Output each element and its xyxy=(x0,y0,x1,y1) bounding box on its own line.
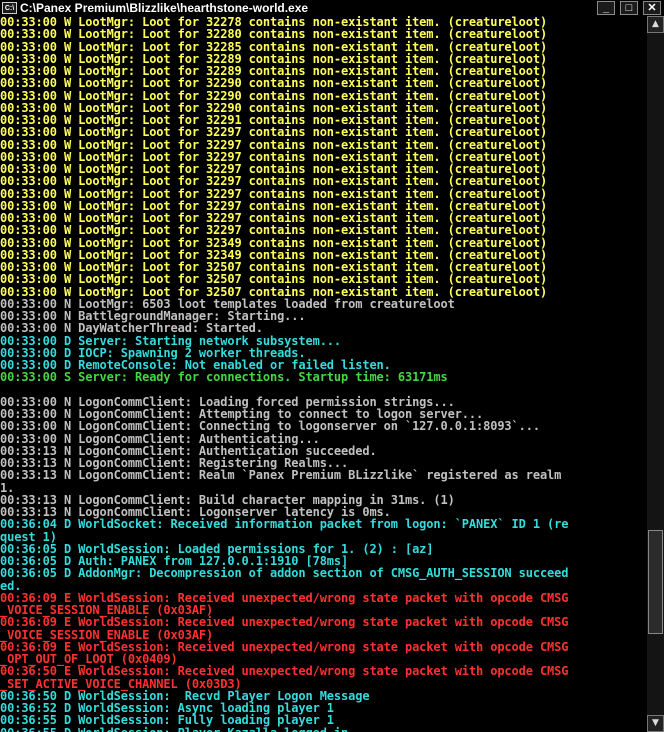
console-line: 00:33:00 W LootMgr: Loot for 32297 conta… xyxy=(0,186,548,201)
console-line: 1. xyxy=(0,480,15,495)
minimize-button[interactable]: _ xyxy=(597,1,615,15)
console-line: 00:36:55 D WorldSession: Player Kazalla … xyxy=(0,726,647,732)
maximize-button[interactable]: □ xyxy=(620,1,638,15)
console-line: 00:33:00 W LootMgr: Loot for 32297 conta… xyxy=(0,223,548,238)
console-line: 00:33:00 N LogonCommClient: Authenticati… xyxy=(0,431,320,446)
console-line: 00:33:00 W LootMgr: Loot for 32285 conta… xyxy=(0,39,548,54)
console-window: C:\ C:\Panex Premium\Blizzlike\hearthsto… xyxy=(0,0,664,732)
console-line: 00:36:05 D AddonMgr: Decompression of ad… xyxy=(0,566,569,581)
console-app-icon[interactable]: C:\ xyxy=(2,2,17,14)
console-line: 00:33:00 W LootMgr: Loot for 32280 conta… xyxy=(0,27,548,42)
console-line: quest 1) xyxy=(0,529,57,544)
console-line: 00:33:00 W LootMgr: Loot for 32507 conta… xyxy=(0,284,548,299)
scrollbar-track[interactable] xyxy=(647,33,664,715)
title-bar[interactable]: C:\ C:\Panex Premium\Blizzlike\hearthsto… xyxy=(0,0,664,16)
vertical-scrollbar[interactable]: ▲ ▼ xyxy=(647,16,664,732)
console-line: 00:33:00 N DayWatcherThread: Started. xyxy=(0,321,263,336)
console-output[interactable]: 00:33:00 W LootMgr: Loot for 32278 conta… xyxy=(0,16,647,732)
console-line: 00:36:09 E WorldSession: Received unexpe… xyxy=(0,615,569,630)
console-line: 00:33:00 W LootMgr: Loot for 32290 conta… xyxy=(0,88,548,103)
console-line: 00:33:13 N LogonCommClient: Realm `Panex… xyxy=(0,468,562,483)
window-title: C:\Panex Premium\Blizzlike\hearthstone-w… xyxy=(20,1,309,15)
scrollbar-thumb[interactable] xyxy=(648,530,663,634)
console-line: 00:33:00 D Server: Starting network subs… xyxy=(0,333,342,348)
console-line: 00:36:04 D WorldSocket: Received informa… xyxy=(0,517,569,532)
console-line: ed. xyxy=(0,578,22,593)
console-line: _VOICE_SESSION_ENABLE (0x03AF) xyxy=(0,627,214,642)
console-line: 00:33:00 N LogonCommClient: Connecting t… xyxy=(0,419,540,434)
scroll-down-arrow-icon[interactable]: ▼ xyxy=(647,715,664,732)
console-line: 00:33:00 W LootMgr: Loot for 32297 conta… xyxy=(0,174,548,189)
console-line: 00:36:50 E WorldSession: Received unexpe… xyxy=(0,664,569,679)
console-line: 00:33:00 S Server: Ready for connections… xyxy=(0,370,448,385)
console-line: 00:33:00 W LootMgr: Loot for 32297 conta… xyxy=(0,125,548,140)
scroll-up-arrow-icon[interactable]: ▲ xyxy=(647,16,664,33)
console-line: 00:33:00 W LootMgr: Loot for 32507 conta… xyxy=(0,272,548,287)
console-line: 00:36:55 D WorldSession: Fully loading p… xyxy=(0,713,334,728)
console-line: 00:33:00 W LootMgr: Loot for 32297 conta… xyxy=(0,137,548,152)
console-line: 00:33:00 W LootMgr: Loot for 32349 conta… xyxy=(0,235,548,250)
close-button[interactable]: ✕ xyxy=(643,1,661,15)
console-line: _SET_ACTIVE_VOICE_CHANNEL (0x03D3) xyxy=(0,676,242,691)
console-line: 00:33:00 W LootMgr: Loot for 32290 conta… xyxy=(0,76,548,91)
